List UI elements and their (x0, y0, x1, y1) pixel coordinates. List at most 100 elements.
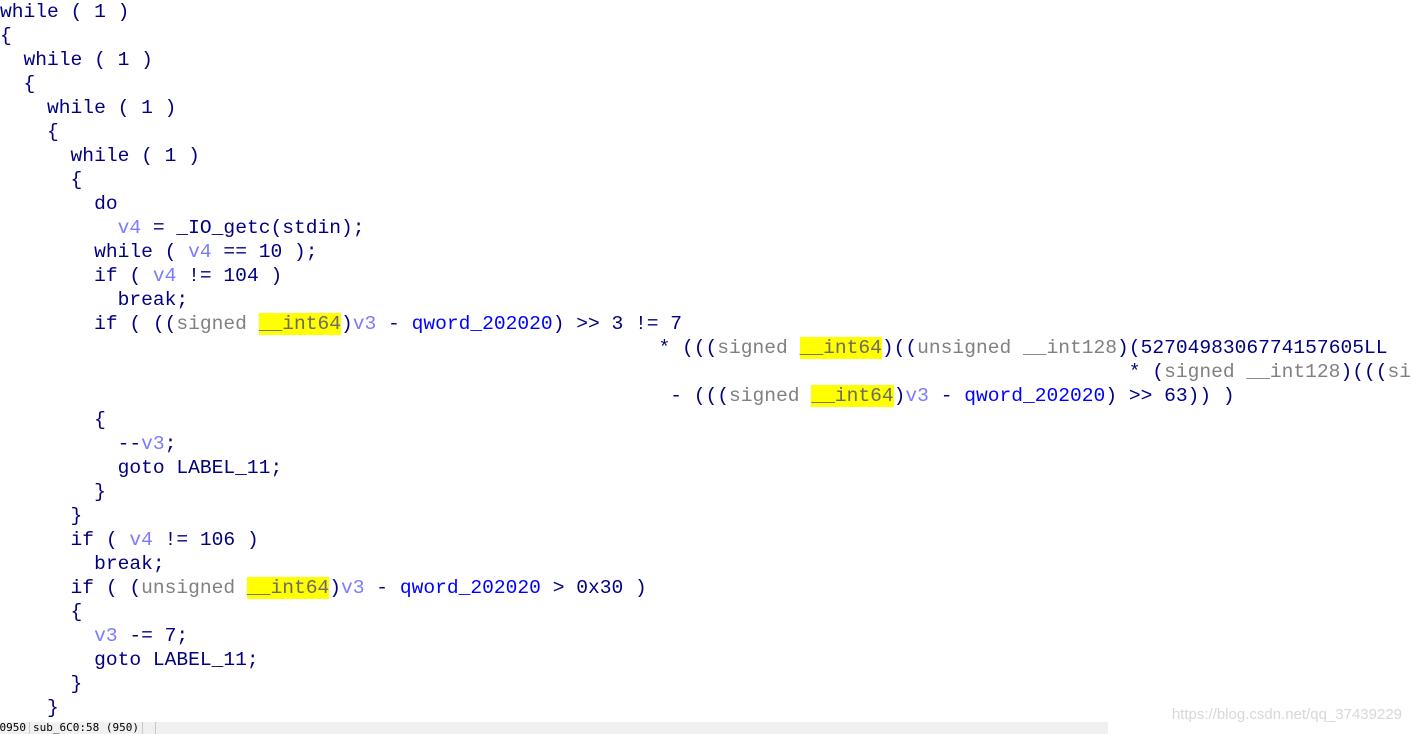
code-token[interactable]: - ((( (0, 385, 729, 407)
type-token[interactable]: signed __int128 (1164, 361, 1340, 383)
code-token[interactable]: while ( 1 ) (0, 49, 153, 71)
code-token[interactable]: } (0, 673, 83, 695)
global-token[interactable]: qword_202020 (400, 577, 541, 599)
variable-token[interactable]: v3 (905, 385, 929, 407)
code-token[interactable]: if ( ( (0, 577, 142, 599)
variable-token[interactable]: v4 (129, 529, 153, 551)
code-line[interactable]: { (0, 408, 1412, 432)
code-token[interactable]: ) >> 3 != 7 (553, 313, 682, 335)
code-line[interactable]: { (0, 168, 1412, 192)
global-token[interactable]: qword_202020 (964, 385, 1105, 407)
code-line[interactable]: while ( 1 ) (0, 0, 1412, 24)
code-line[interactable]: while ( 1 ) (0, 96, 1412, 120)
variable-token[interactable]: v4 (153, 265, 177, 287)
code-token[interactable]: while ( 1 ) (0, 145, 200, 167)
code-token[interactable]: = _IO_getc(stdin); (141, 217, 365, 239)
code-line[interactable]: do (0, 192, 1412, 216)
code-line[interactable]: } (0, 480, 1412, 504)
code-line[interactable]: while ( 1 ) (0, 144, 1412, 168)
code-line[interactable]: if ( ((signed __int64)v3 - qword_202020)… (0, 312, 1412, 336)
code-line[interactable]: goto LABEL_11; (0, 648, 1412, 672)
code-line[interactable]: while ( 1 ) (0, 48, 1412, 72)
variable-token[interactable]: v4 (188, 241, 212, 263)
code-token[interactable] (0, 217, 118, 239)
code-line[interactable]: break; (0, 552, 1412, 576)
code-token[interactable]: do (0, 193, 118, 215)
code-token[interactable]: != 104 ) (176, 265, 282, 287)
code-token[interactable]: while ( (0, 241, 188, 263)
code-line[interactable]: * (((signed __int64)((unsigned __int128)… (0, 336, 1412, 360)
code-token[interactable]: * ((( (0, 337, 717, 359)
code-token[interactable]: break; (0, 553, 165, 575)
code-token[interactable]: ; (165, 433, 177, 455)
highlighted-type-token[interactable]: __int64 (799, 337, 882, 359)
code-token[interactable]: == 10 ); (212, 241, 317, 263)
code-token[interactable] (0, 625, 94, 647)
code-token[interactable]: ) >> 63)) ) (1105, 385, 1234, 407)
code-token[interactable]: { (0, 121, 59, 143)
type-token[interactable]: signed (176, 313, 258, 335)
type-token[interactable]: signed (729, 385, 811, 407)
code-token[interactable]: { (0, 73, 36, 95)
variable-token[interactable]: v4 (118, 217, 142, 239)
code-token[interactable]: )(( (882, 337, 917, 359)
highlighted-type-token[interactable]: __int64 (258, 313, 341, 335)
code-line[interactable]: { (0, 120, 1412, 144)
code-line[interactable]: } (0, 504, 1412, 528)
code-line[interactable]: } (0, 672, 1412, 696)
variable-token[interactable]: v3 (341, 577, 365, 599)
code-line[interactable]: if ( v4 != 106 ) (0, 528, 1412, 552)
code-token[interactable]: while ( 1 ) (0, 97, 176, 119)
variable-token[interactable]: v3 (94, 625, 118, 647)
global-token[interactable]: qword_202020 (412, 313, 553, 335)
code-token[interactable]: * ( (0, 361, 1164, 383)
code-token[interactable]: if ( (0, 265, 153, 287)
code-token[interactable]: if ( (( (0, 313, 176, 335)
type-token[interactable]: si (1387, 361, 1411, 383)
code-token[interactable]: -= 7; (118, 625, 188, 647)
type-token[interactable]: signed (717, 337, 799, 359)
code-token[interactable]: } (0, 505, 83, 527)
code-line[interactable]: break; (0, 288, 1412, 312)
code-token[interactable]: ) (329, 577, 341, 599)
highlighted-type-token[interactable]: __int64 (246, 577, 330, 599)
code-token[interactable]: if ( (0, 529, 129, 551)
code-line[interactable]: - (((signed __int64)v3 - qword_202020) >… (0, 384, 1412, 408)
code-line[interactable]: * (signed __int128)(((si (0, 360, 1412, 384)
code-line[interactable]: while ( v4 == 10 ); (0, 240, 1412, 264)
code-token[interactable]: - (929, 385, 964, 407)
code-token[interactable]: } (0, 697, 59, 719)
code-token[interactable]: } (0, 481, 106, 503)
code-token[interactable]: - (365, 577, 400, 599)
code-token[interactable]: > 0x30 ) (541, 577, 647, 599)
code-token[interactable]: { (0, 601, 83, 623)
code-token[interactable]: while ( 1 ) (0, 1, 129, 23)
code-line[interactable]: if ( v4 != 104 ) (0, 264, 1412, 288)
code-token[interactable]: goto LABEL_11; (0, 649, 259, 671)
code-token[interactable]: != 106 ) (153, 529, 259, 551)
variable-token[interactable]: v3 (353, 313, 377, 335)
code-line[interactable]: { (0, 72, 1412, 96)
pseudocode-view[interactable]: while ( 1 ){ while ( 1 ) { while ( 1 ) {… (0, 0, 1412, 722)
code-token[interactable]: goto LABEL_11; (0, 457, 283, 479)
code-line[interactable]: v3 -= 7; (0, 624, 1412, 648)
code-line[interactable]: goto LABEL_11; (0, 456, 1412, 480)
code-token[interactable]: - (376, 313, 411, 335)
code-token[interactable]: ) (341, 313, 353, 335)
code-token[interactable]: )((( (1340, 361, 1387, 383)
code-line[interactable]: v4 = _IO_getc(stdin); (0, 216, 1412, 240)
code-line[interactable]: { (0, 24, 1412, 48)
code-line[interactable]: if ( (unsigned __int64)v3 - qword_202020… (0, 576, 1412, 600)
variable-token[interactable]: v3 (141, 433, 165, 455)
code-token[interactable]: ) (894, 385, 906, 407)
code-token[interactable]: { (0, 25, 12, 47)
highlighted-type-token[interactable]: __int64 (811, 385, 894, 407)
code-token[interactable]: -- (0, 433, 142, 455)
type-token[interactable]: unsigned __int128 (917, 337, 1117, 359)
code-line[interactable]: --v3; (0, 432, 1412, 456)
code-token[interactable]: break; (0, 289, 189, 311)
code-token[interactable]: { (0, 409, 106, 431)
type-token[interactable]: unsigned (141, 577, 247, 599)
code-line[interactable]: { (0, 600, 1412, 624)
code-token[interactable]: { (0, 169, 83, 191)
